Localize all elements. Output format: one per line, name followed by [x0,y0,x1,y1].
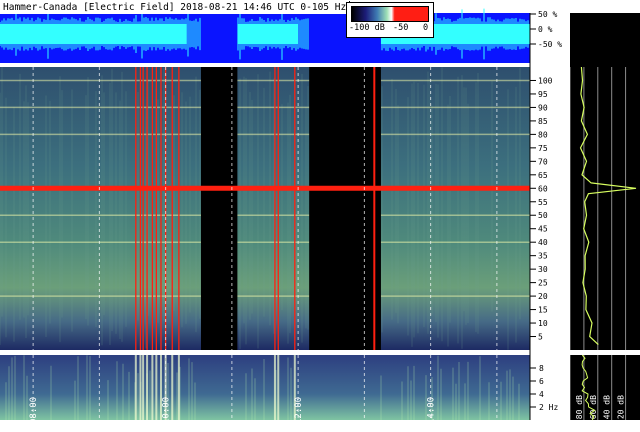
spectrogram-canvas: 08:00 10:00 12:00 14:0050 %0 %-50 %10095908… [0,8,640,424]
spectrum-separator [570,350,640,355]
zoom-tick-label-0: 8 [539,364,544,373]
panel-separator [0,350,530,355]
x-tick-label-3: 14:00 [427,397,437,424]
spectrum-tick-label-3: -40 dB [603,395,612,424]
amplitude-gap-0 [200,13,238,63]
colorbar-label-min: -100 dB [349,23,385,33]
x-tick-label-0: 08:00 [29,397,39,424]
x-tick-label-2: 12:00 [294,397,304,424]
freq-tick-label-65: 65 [538,171,548,180]
spectrum-tick-label-0: -100 dB [561,390,570,424]
freq-tick-label-100: 100 [538,76,553,85]
amplitude-tick-label-1: 0 % [538,25,553,34]
freq-tick-label-55: 55 [538,198,548,207]
freq-tick-label-95: 95 [538,90,548,99]
freq-tick-label-25: 25 [538,279,548,288]
freq-tick-label-70: 70 [538,157,548,166]
freq-tick-label-35: 35 [538,252,548,261]
zoom-tick-label-1: 6 [539,377,544,386]
freq-tick-label-75: 75 [538,144,548,153]
freq-tick-label-50: 50 [538,211,548,220]
colorbar-gradient [351,6,429,22]
zoom-panel [0,355,530,420]
freq-tick-label-80: 80 [538,130,548,139]
spectrum-tick-label-4: -20 dB [617,395,626,424]
freq-tick-label-85: 85 [538,117,548,126]
data-gap-1 [309,67,381,350]
colorbar-label-max: 0 [423,23,429,33]
freq-tick-label-20: 20 [538,292,548,301]
right-axis-area [530,13,570,420]
freq-tick-label-60: 60 [538,184,548,193]
freq-tick-label-5: 5 [538,333,543,342]
amplitude-tick-label-2: -50 % [538,40,562,49]
x-tick-label-1: 10:00 [162,397,172,424]
colorbar-legend: -100 dB -50 0 [346,2,434,38]
zoom-tick-label-3: 2 Hz [539,403,558,412]
zoom-tick-label-2: 4 [539,390,544,399]
freq-tick-label-30: 30 [538,265,548,274]
chart-title: Hammer-Canada [Electric Field] 2018-08-2… [0,1,351,14]
freq-tick-label-10: 10 [538,319,548,328]
freq-tick-label-40: 40 [538,238,548,247]
amplitude-tick-label-0: 50 % [538,10,557,19]
spectrogram-figure: 08:00 10:00 12:00 14:00 50 % 0 % -50 % 100 95 90 8… [0,0,640,428]
waveform-band-1 [235,24,299,44]
spectrum-tick-label-1: -80 dB [575,395,584,424]
colorbar-label-mid: -50 [393,23,409,33]
spectrum-panel [570,13,640,420]
freq-tick-label-90: 90 [538,103,548,112]
freq-tick-label-45: 45 [538,225,548,234]
freq-tick-label-15: 15 [538,306,548,315]
